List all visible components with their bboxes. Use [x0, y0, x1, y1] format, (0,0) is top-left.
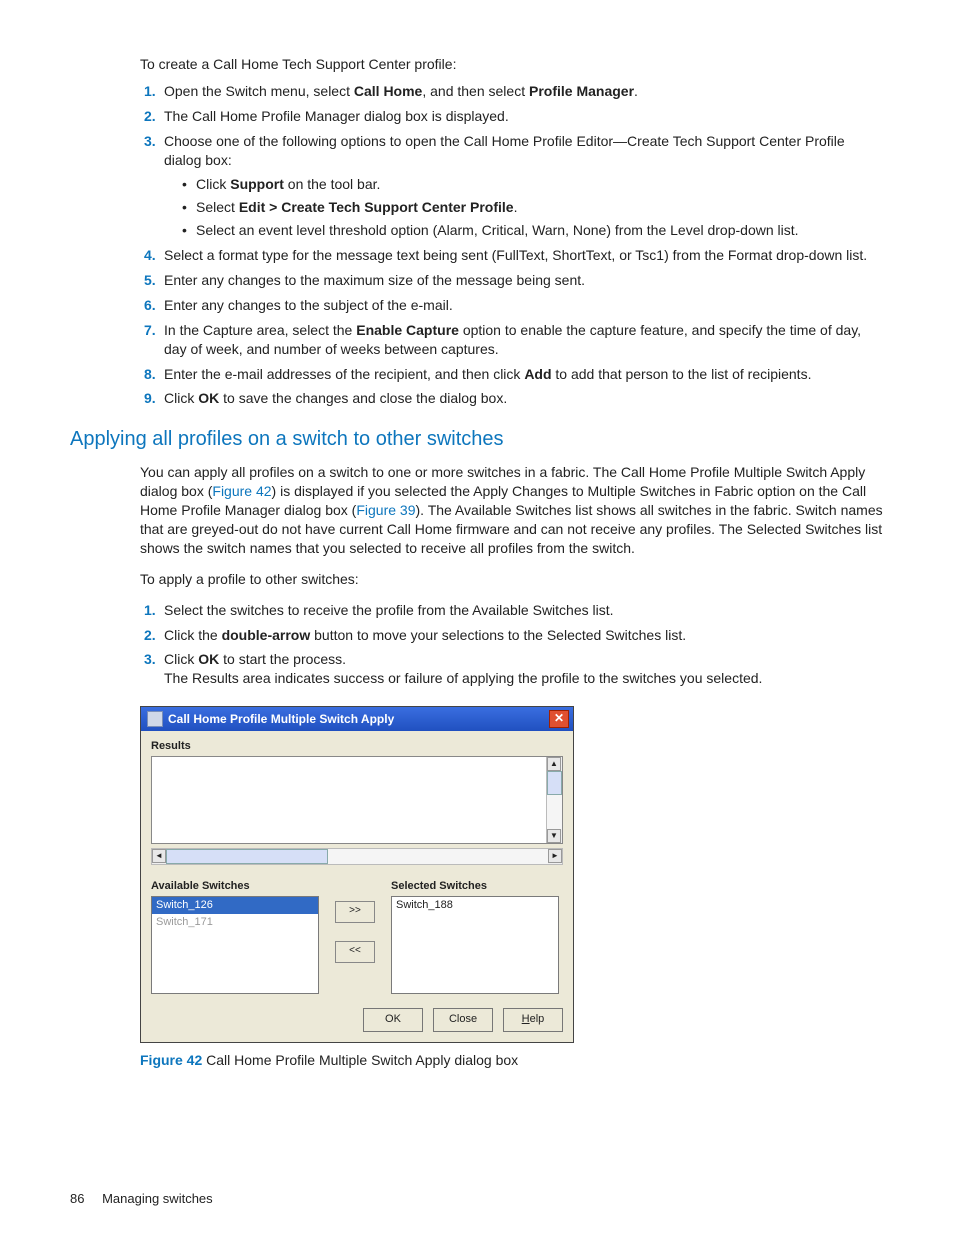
selected-label: Selected Switches [391, 879, 559, 894]
t: Click [196, 176, 230, 192]
scroll-left-icon[interactable]: ◄ [152, 849, 166, 863]
available-label: Available Switches [151, 879, 319, 894]
close-icon[interactable]: ✕ [549, 710, 569, 728]
bold: Enable Capture [356, 322, 459, 338]
procedure-list-1: 1. Open the Switch menu, select Call Hom… [140, 82, 884, 408]
step-2: 2. The Call Home Profile Manager dialog … [164, 107, 884, 126]
intro-text: To create a Call Home Tech Support Cente… [140, 55, 884, 74]
t: Click the [164, 627, 222, 643]
close-button[interactable]: Close [433, 1008, 493, 1032]
results-label: Results [151, 739, 563, 754]
step-2: 2. Click the double-arrow button to move… [164, 626, 884, 645]
page-number: 86 [70, 1190, 84, 1208]
help-button[interactable]: Help [503, 1008, 563, 1032]
dialog-button-row: OK Close Help [151, 1008, 563, 1032]
move-left-button[interactable]: << [335, 941, 375, 963]
dialog-window: Call Home Profile Multiple Switch Apply … [140, 706, 574, 1043]
step-3: 3. Click OK to start the process. The Re… [164, 650, 884, 688]
step-8: 8. Enter the e-mail addresses of the rec… [164, 365, 884, 384]
t: Select an event level threshold option (… [196, 222, 799, 238]
step-4: 4.Select a format type for the message t… [164, 246, 884, 265]
step-5: 5.Enter any changes to the maximum size … [164, 271, 884, 290]
available-column: Available Switches Switch_126 Switch_171 [151, 879, 319, 994]
step-9: 9. Click OK to save the changes and clos… [164, 389, 884, 408]
move-right-button[interactable]: >> [335, 901, 375, 923]
figure-caption: Figure 42 Call Home Profile Multiple Swi… [140, 1051, 884, 1070]
dialog-title: Call Home Profile Multiple Switch Apply [168, 711, 549, 727]
scroll-thumb[interactable] [547, 771, 562, 795]
bold: OK [198, 390, 219, 406]
scroll-track[interactable] [547, 771, 562, 829]
bold: Edit > Create Tech Support Center Profil… [239, 199, 514, 215]
switch-transfer-panel: Available Switches Switch_126 Switch_171… [151, 879, 563, 994]
ok-button[interactable]: OK [363, 1008, 423, 1032]
sublist: Click Support on the tool bar. Select Ed… [182, 175, 884, 240]
t: Enter the e-mail addresses of the recipi… [164, 366, 524, 382]
bold: double-arrow [222, 627, 311, 643]
t: Select the switches to receive the profi… [164, 602, 614, 618]
t: . [514, 199, 518, 215]
figure-link-42[interactable]: Figure 42 [212, 483, 271, 499]
scroll-right-icon[interactable]: ► [548, 849, 562, 863]
step-6: 6.Enter any changes to the subject of th… [164, 296, 884, 315]
list-item[interactable]: Switch_126 [152, 897, 318, 914]
intro-text-2: To apply a profile to other switches: [140, 570, 884, 589]
step-1: 1.Select the switches to receive the pro… [164, 601, 884, 620]
transfer-buttons: >> << [319, 879, 391, 963]
selected-column: Selected Switches Switch_188 [391, 879, 559, 994]
step-text: Open the Switch menu, select [164, 83, 354, 99]
list-item: Switch_171 [152, 914, 318, 931]
horizontal-scrollbar[interactable]: ◄ ► [151, 848, 563, 865]
t: The Results area indicates success or fa… [164, 670, 762, 686]
bold: Support [230, 176, 284, 192]
step-text: Select a format type for the message tex… [164, 247, 867, 263]
t: In the Capture area, select the [164, 322, 356, 338]
step-1: 1. Open the Switch menu, select Call Hom… [164, 82, 884, 101]
selected-listbox[interactable]: Switch_188 [391, 896, 559, 994]
page-footer: 86 Managing switches [70, 1190, 884, 1208]
step-text: Choose one of the following options to o… [164, 133, 845, 168]
figure-area: Call Home Profile Multiple Switch Apply … [140, 706, 884, 1070]
scroll-up-icon[interactable]: ▲ [547, 757, 561, 771]
t: Select [196, 199, 239, 215]
vertical-scrollbar[interactable]: ▲ ▼ [546, 757, 562, 843]
sub-item: Select an event level threshold option (… [182, 221, 884, 240]
title-bar: Call Home Profile Multiple Switch Apply … [141, 707, 573, 731]
bold: Add [524, 366, 551, 382]
figure-link-39[interactable]: Figure 39 [356, 502, 415, 518]
step-text: Enter any changes to the maximum size of… [164, 272, 585, 288]
app-icon [147, 711, 163, 727]
step-text: . [634, 83, 638, 99]
step-text: Enter any changes to the subject of the … [164, 297, 453, 313]
t: to add that person to the list of recipi… [552, 366, 812, 382]
step-3: 3. Choose one of the following options t… [164, 132, 884, 240]
procedure-list-2: 1.Select the switches to receive the pro… [140, 601, 884, 689]
step-7: 7. In the Capture area, select the Enabl… [164, 321, 884, 359]
t: to start the process. [219, 651, 346, 667]
t: Click [164, 390, 198, 406]
list-item[interactable]: Switch_188 [392, 897, 558, 914]
sub-item: Click Support on the tool bar. [182, 175, 884, 194]
t: Click [164, 651, 198, 667]
scroll-track[interactable] [166, 849, 548, 864]
t: button to move your selections to the Se… [310, 627, 686, 643]
section-para: You can apply all profiles on a switch t… [140, 463, 884, 557]
step-text: , and then select [422, 83, 529, 99]
sub-item: Select Edit > Create Tech Support Center… [182, 198, 884, 217]
t: on the tool bar. [284, 176, 381, 192]
bold: Call Home [354, 83, 422, 99]
bold: OK [198, 651, 219, 667]
results-textarea[interactable]: ▲ ▼ [151, 756, 563, 844]
footer-section: Managing switches [102, 1191, 213, 1206]
scroll-down-icon[interactable]: ▼ [547, 829, 561, 843]
available-listbox[interactable]: Switch_126 Switch_171 [151, 896, 319, 994]
figure-caption-text: Call Home Profile Multiple Switch Apply … [202, 1052, 518, 1068]
bold: Profile Manager [529, 83, 634, 99]
figure-number: Figure 42 [140, 1052, 202, 1068]
scroll-thumb[interactable] [166, 849, 328, 864]
t: to save the changes and close the dialog… [219, 390, 507, 406]
section-heading: Applying all profiles on a switch to oth… [70, 426, 884, 453]
step-text: The Call Home Profile Manager dialog box… [164, 108, 509, 124]
dialog-body: Results ▲ ▼ ◄ ► Available Switches Switc… [141, 731, 573, 1042]
